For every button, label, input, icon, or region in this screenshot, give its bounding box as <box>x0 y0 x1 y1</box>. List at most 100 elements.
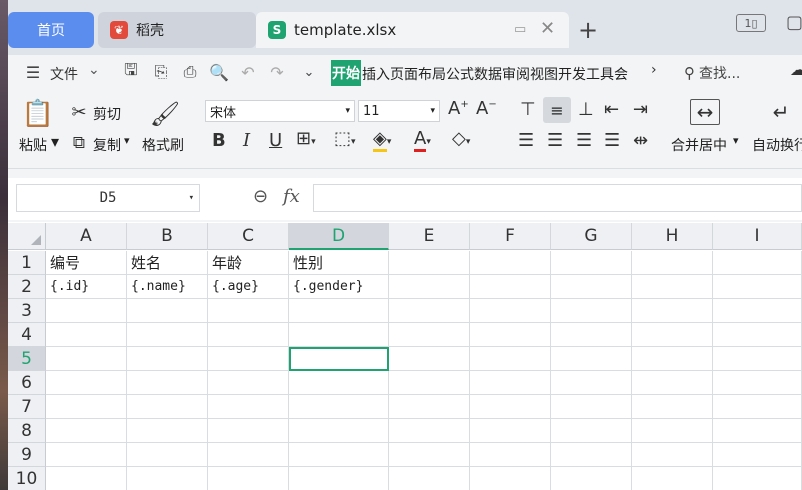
cell-e4[interactable] <box>389 323 470 347</box>
cell-d2[interactable]: {.gender} <box>289 275 389 299</box>
cell-a10[interactable] <box>46 467 127 490</box>
cell-b9[interactable] <box>127 443 208 467</box>
cell-b7[interactable] <box>127 395 208 419</box>
underline-icon[interactable]: U <box>269 130 282 151</box>
merge-center-icon[interactable]: ↔ <box>690 99 720 125</box>
cell-g9[interactable] <box>551 443 632 467</box>
hamburger-menu-icon[interactable]: ☰ <box>22 61 44 83</box>
undo-icon[interactable]: ↶ <box>237 61 259 83</box>
column-header-h[interactable]: H <box>632 223 713 250</box>
column-header-f[interactable]: F <box>470 223 551 250</box>
cell-g3[interactable] <box>551 299 632 323</box>
tab-start[interactable]: 开始 <box>331 60 361 86</box>
pin-window-icon[interactable]: ▭ <box>514 22 526 37</box>
insert-function-icon[interactable]: fx <box>283 186 300 207</box>
cell-h1[interactable] <box>632 251 713 275</box>
italic-icon[interactable]: I <box>243 130 250 151</box>
cell-d1[interactable]: 性别 <box>289 251 389 275</box>
column-header-c[interactable]: C <box>208 223 289 250</box>
cell-d4[interactable] <box>289 323 389 347</box>
row-header-6[interactable]: 6 <box>8 371 46 395</box>
cell-g6[interactable] <box>551 371 632 395</box>
align-top-icon[interactable]: ⊤ <box>520 99 536 120</box>
cell-h3[interactable] <box>632 299 713 323</box>
cell-h4[interactable] <box>632 323 713 347</box>
cell-e9[interactable] <box>389 443 470 467</box>
export-icon[interactable]: ⎘ <box>150 61 172 83</box>
cell-g7[interactable] <box>551 395 632 419</box>
cell-c1[interactable]: 年龄 <box>208 251 289 275</box>
row-header-7[interactable]: 7 <box>8 395 46 419</box>
cell-i2[interactable] <box>713 275 802 299</box>
cell-e6[interactable] <box>389 371 470 395</box>
font-name-select[interactable]: 宋体 ▾ <box>205 100 355 122</box>
align-left-icon[interactable]: ☰ <box>518 130 534 151</box>
cell-d3[interactable] <box>289 299 389 323</box>
redo-icon[interactable]: ↷ <box>266 61 288 83</box>
borders-icon[interactable]: ⊞▾ <box>296 128 316 149</box>
search-button[interactable]: ⚲ 查找... <box>684 63 740 83</box>
cell-a9[interactable] <box>46 443 127 467</box>
cell-b8[interactable] <box>127 419 208 443</box>
print-preview-icon[interactable]: 🔍 <box>208 61 230 83</box>
tab-template-file[interactable]: S template.xlsx ▭ ✕ <box>256 12 569 48</box>
cell-e5[interactable] <box>389 347 470 371</box>
print-icon[interactable]: ⎙ <box>179 61 201 83</box>
cell-f3[interactable] <box>470 299 551 323</box>
format-painter-button[interactable]: 格式刷 <box>142 135 184 155</box>
cell-g1[interactable] <box>551 251 632 275</box>
ribbon-tabs-scroll-icon[interactable]: › <box>651 62 657 78</box>
cell-f7[interactable] <box>470 395 551 419</box>
align-right-icon[interactable]: ☰ <box>576 130 592 151</box>
formula-input[interactable] <box>313 184 802 212</box>
cell-i3[interactable] <box>713 299 802 323</box>
cell-i6[interactable] <box>713 371 802 395</box>
cell-b1[interactable]: 姓名 <box>127 251 208 275</box>
row-header-2[interactable]: 2 <box>8 275 46 299</box>
column-header-b[interactable]: B <box>127 223 208 250</box>
cell-c9[interactable] <box>208 443 289 467</box>
cell-f2[interactable] <box>470 275 551 299</box>
cell-a7[interactable] <box>46 395 127 419</box>
auto-wrap-button[interactable]: 自动换行 <box>752 135 802 155</box>
cell-f6[interactable] <box>470 371 551 395</box>
cell-b4[interactable] <box>127 323 208 347</box>
column-header-d[interactable]: D <box>289 223 389 250</box>
cell-h2[interactable] <box>632 275 713 299</box>
cell-h8[interactable] <box>632 419 713 443</box>
cell-f1[interactable] <box>470 251 551 275</box>
column-header-a[interactable]: A <box>46 223 127 250</box>
decrease-font-icon[interactable]: A− <box>476 98 497 119</box>
cell-d6[interactable] <box>289 371 389 395</box>
select-all-corner[interactable] <box>8 223 46 250</box>
cell-i1[interactable] <box>713 251 802 275</box>
align-middle-icon[interactable]: ≡ <box>543 97 571 123</box>
ribbon-tabs[interactable]: 插入页面布局公式数据审阅视图开发工具会 <box>362 64 628 84</box>
fill-color-icon[interactable]: ◈▾ <box>373 128 391 152</box>
cell-h5[interactable] <box>632 347 713 371</box>
decrease-indent-icon[interactable]: ⇤ <box>604 99 619 120</box>
cell-e2[interactable] <box>389 275 470 299</box>
row-header-9[interactable]: 9 <box>8 443 46 467</box>
cell-i7[interactable] <box>713 395 802 419</box>
increase-indent-icon[interactable]: ⇥ <box>633 99 648 120</box>
format-painter-icon[interactable]: 🖌 <box>150 98 180 130</box>
cell-c4[interactable] <box>208 323 289 347</box>
cell-b3[interactable] <box>127 299 208 323</box>
merge-center-dropdown-icon[interactable]: ▾ <box>733 134 739 147</box>
copy-icon[interactable]: ⧉ <box>68 132 90 154</box>
cell-i5[interactable] <box>713 347 802 371</box>
cell-c5[interactable] <box>208 347 289 371</box>
cell-a8[interactable] <box>46 419 127 443</box>
cell-f8[interactable] <box>470 419 551 443</box>
row-header-3[interactable]: 3 <box>8 299 46 323</box>
bold-icon[interactable]: B <box>212 130 226 151</box>
cell-g5[interactable] <box>551 347 632 371</box>
copy-dropdown-icon[interactable]: ▾ <box>124 134 130 147</box>
cell-f10[interactable] <box>470 467 551 490</box>
more-window-icon[interactable]: ▢ <box>786 12 802 33</box>
cloud-icon[interactable]: ☁ <box>790 60 802 79</box>
cell-i8[interactable] <box>713 419 802 443</box>
row-header-1[interactable]: 1 <box>8 251 46 275</box>
cell-c10[interactable] <box>208 467 289 490</box>
